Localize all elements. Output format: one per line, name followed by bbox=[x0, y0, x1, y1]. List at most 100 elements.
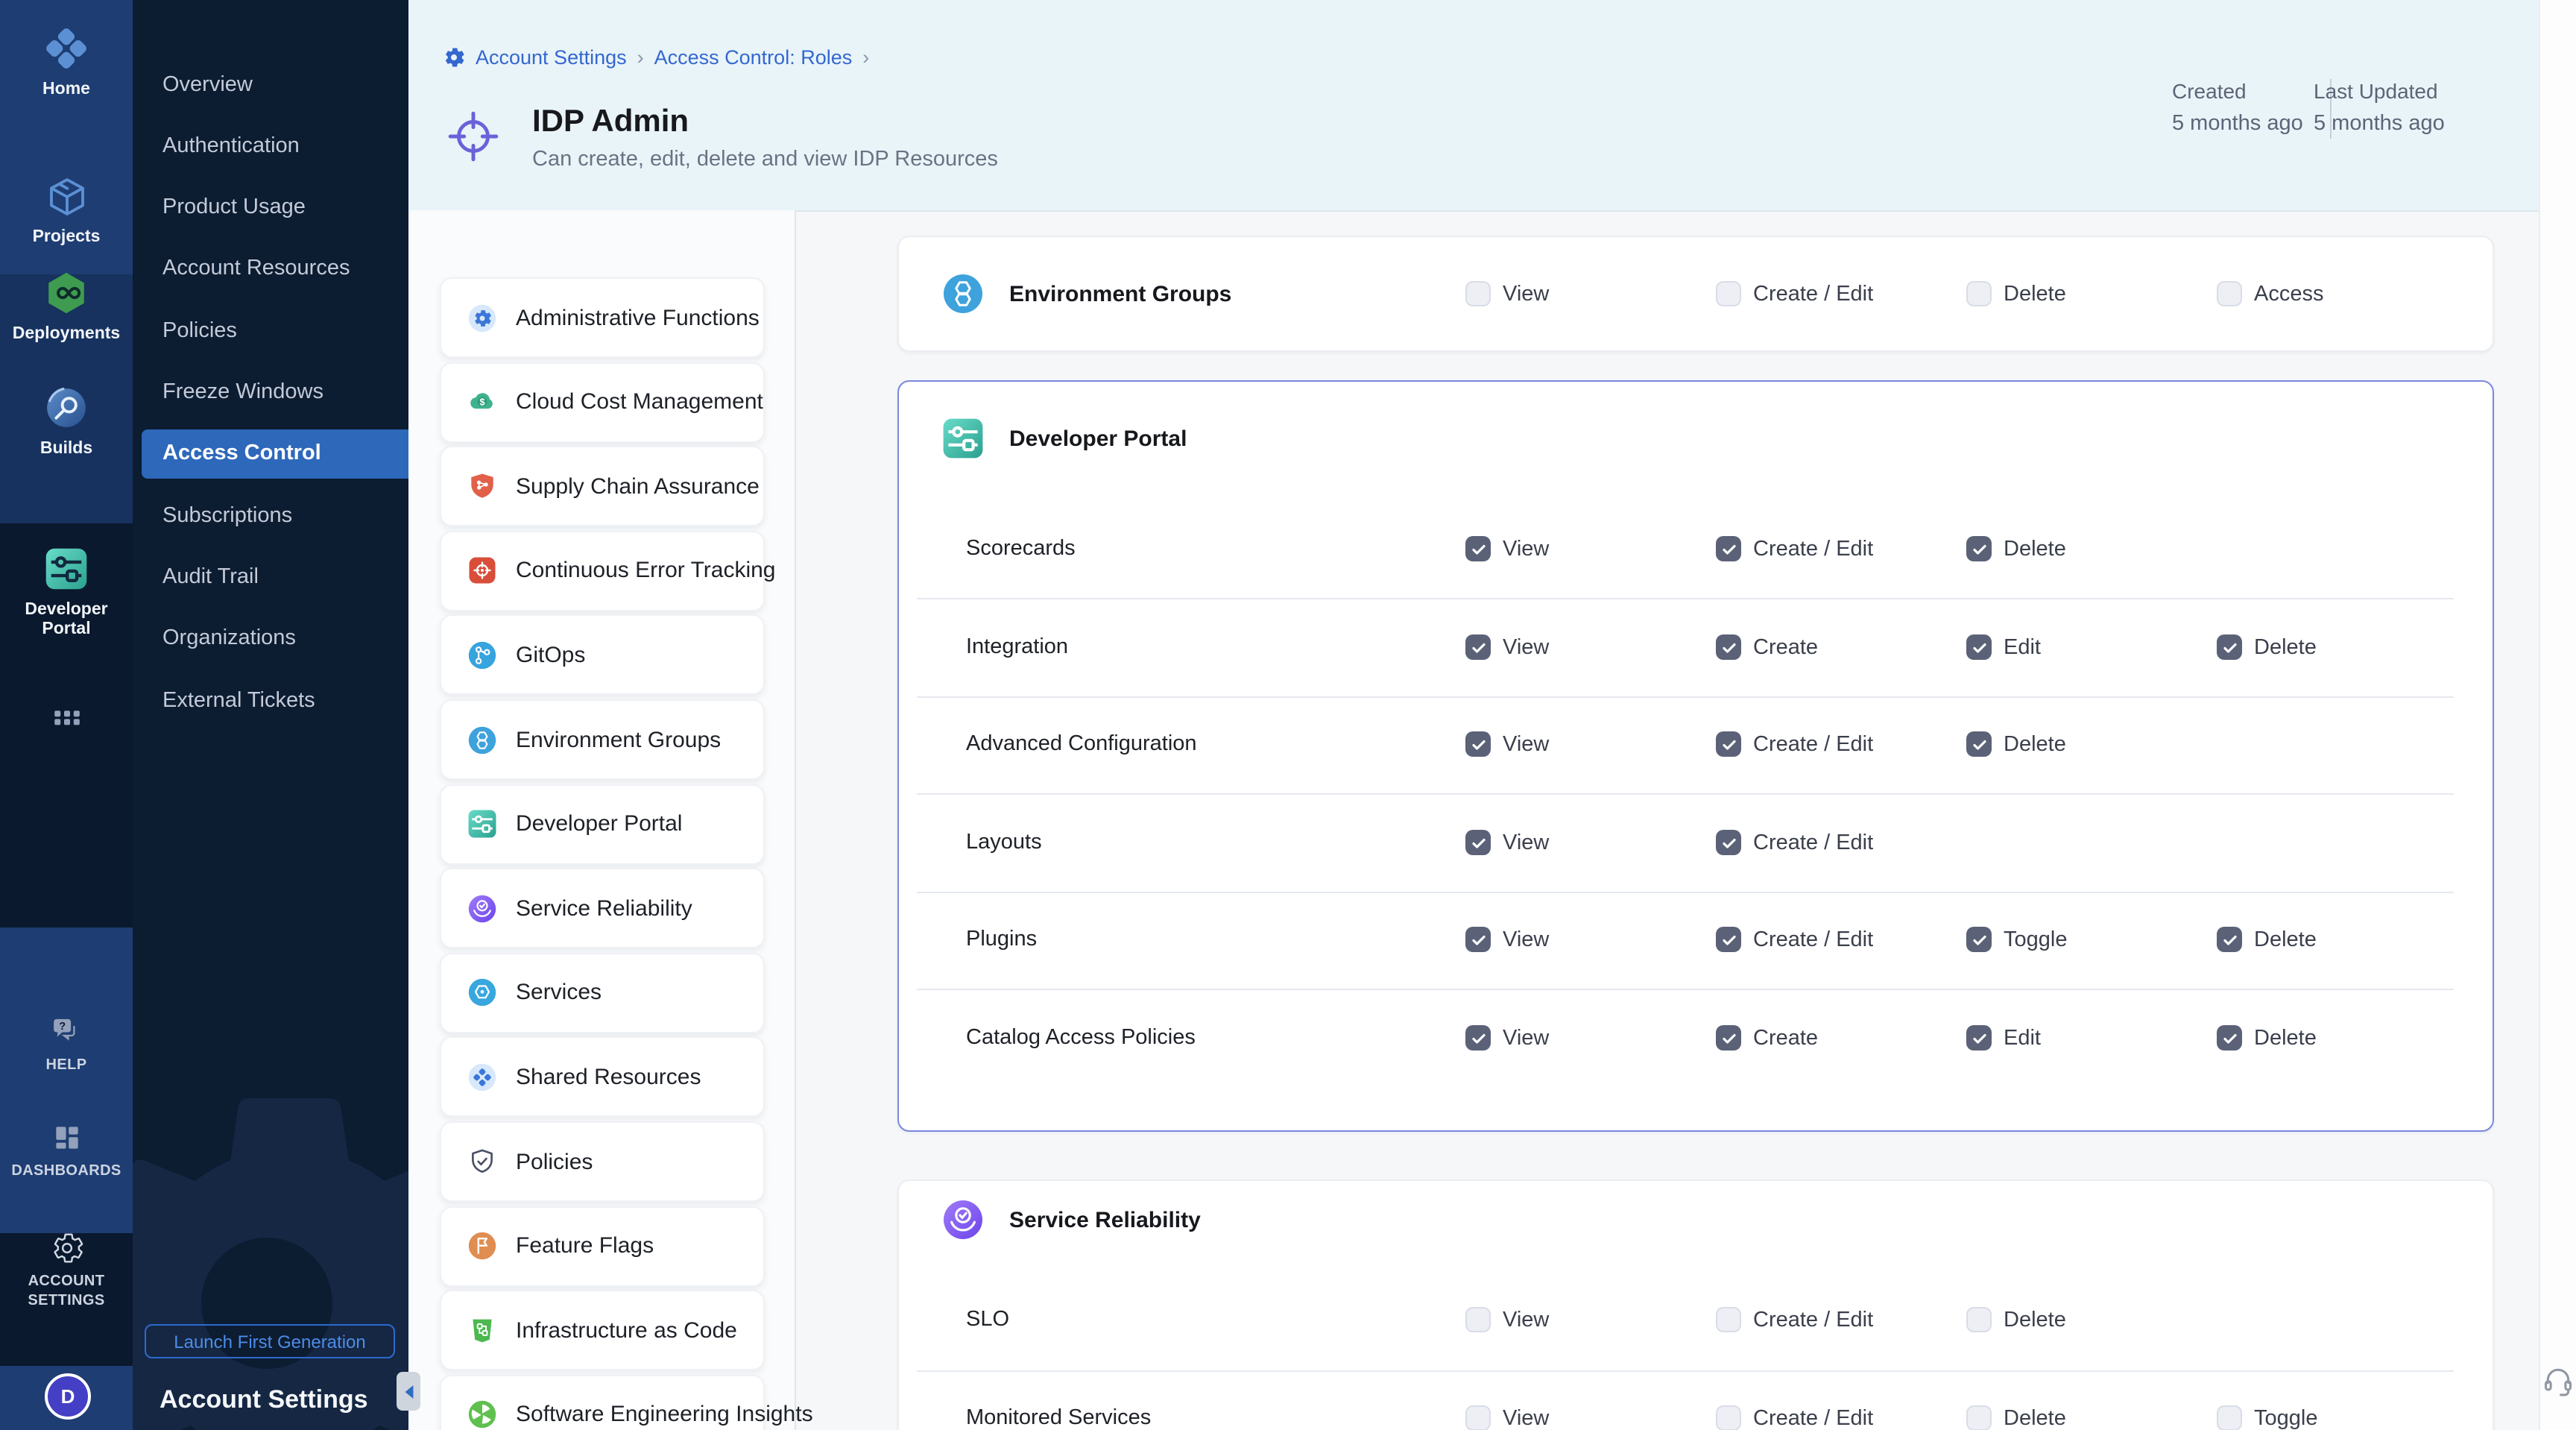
permission-checkbox-delete[interactable]: Delete bbox=[2217, 634, 2317, 660]
checkbox-checked[interactable] bbox=[1966, 927, 1992, 952]
checkbox-unchecked[interactable] bbox=[1966, 1307, 1992, 1332]
checkbox-unchecked[interactable] bbox=[1465, 1405, 1491, 1430]
permission-checkbox-delete[interactable]: Delete bbox=[1966, 1307, 2066, 1332]
permission-checkbox-view[interactable]: View bbox=[1465, 1307, 1549, 1332]
checkbox-checked[interactable] bbox=[1716, 536, 1741, 561]
permission-checkbox-view[interactable]: View bbox=[1465, 1025, 1549, 1051]
checkbox-unchecked[interactable] bbox=[1716, 1307, 1741, 1332]
resource-card-iac[interactable]: Infrastructure as Code bbox=[440, 1290, 765, 1370]
rail-module-builds[interactable]: Builds bbox=[0, 385, 133, 459]
sidebar-item-freeze-windows[interactable]: Freeze Windows bbox=[162, 368, 408, 417]
permission-checkbox-delete[interactable]: Delete bbox=[2217, 1025, 2317, 1051]
checkbox-checked[interactable] bbox=[1966, 634, 1992, 660]
support-headset-icon[interactable] bbox=[2542, 1364, 2575, 1397]
permission-checkbox-delete[interactable]: Delete bbox=[1966, 731, 2066, 757]
permission-checkbox-delete[interactable]: Delete bbox=[1966, 536, 2066, 561]
sidebar-item-authentication[interactable]: Authentication bbox=[162, 122, 408, 171]
sidebar-item-external-tickets[interactable]: External Tickets bbox=[162, 675, 408, 725]
permission-checkbox-create-edit[interactable]: Create / Edit bbox=[1716, 731, 1873, 757]
permission-checkbox-delete[interactable]: Delete bbox=[1966, 281, 2066, 306]
checkbox-checked[interactable] bbox=[1966, 536, 1992, 561]
permission-checkbox-create-edit[interactable]: Create / Edit bbox=[1716, 281, 1873, 306]
resource-card-error-tracking[interactable]: Continuous Error Tracking bbox=[440, 531, 765, 611]
permission-checkbox-toggle[interactable]: Toggle bbox=[1966, 927, 2067, 952]
permission-checkbox-create-edit[interactable]: Create / Edit bbox=[1716, 1405, 1873, 1430]
launch-first-generation-button[interactable]: Launch First Generation bbox=[145, 1324, 395, 1358]
sidebar-item-access-control[interactable]: Access Control bbox=[142, 429, 408, 479]
resource-card-gitops[interactable]: GitOps bbox=[440, 615, 765, 696]
checkbox-checked[interactable] bbox=[2217, 1025, 2242, 1051]
resource-card-services[interactable]: Services bbox=[440, 953, 765, 1033]
permission-checkbox-view[interactable]: View bbox=[1465, 1405, 1549, 1430]
checkbox-checked[interactable] bbox=[1465, 1025, 1491, 1051]
rail-module-home[interactable]: Home bbox=[0, 25, 133, 99]
resource-card-developer-portal[interactable]: Developer Portal bbox=[440, 784, 765, 864]
checkbox-checked[interactable] bbox=[1716, 927, 1741, 952]
permission-checkbox-view[interactable]: View bbox=[1465, 830, 1549, 855]
permission-checkbox-create[interactable]: Create bbox=[1716, 634, 1818, 660]
rail-bottom-help[interactable]: ?HELP bbox=[0, 1014, 133, 1076]
checkbox-checked[interactable] bbox=[1716, 731, 1741, 757]
resource-card-sei[interactable]: Software Engineering Insights bbox=[440, 1375, 765, 1430]
checkbox-checked[interactable] bbox=[1465, 536, 1491, 561]
checkbox-checked[interactable] bbox=[1716, 830, 1741, 855]
rail-module-developer-portal[interactable]: Developer Portal bbox=[0, 546, 133, 638]
permission-checkbox-view[interactable]: View bbox=[1465, 634, 1549, 660]
permission-checkbox-edit[interactable]: Edit bbox=[1966, 634, 2041, 660]
resource-card-service-reliability[interactable]: Service Reliability bbox=[440, 868, 765, 948]
rail-module-projects[interactable]: Projects bbox=[0, 174, 133, 247]
checkbox-checked[interactable] bbox=[1465, 634, 1491, 660]
resource-card-environment-groups[interactable]: Environment Groups bbox=[440, 699, 765, 780]
permission-checkbox-create-edit[interactable]: Create / Edit bbox=[1716, 1307, 1873, 1332]
sidebar-item-subscriptions[interactable]: Subscriptions bbox=[162, 491, 408, 540]
checkbox-checked[interactable] bbox=[1465, 731, 1491, 757]
checkbox-checked[interactable] bbox=[1465, 830, 1491, 855]
resource-card-feature-flags[interactable]: Feature Flags bbox=[440, 1206, 765, 1286]
checkbox-unchecked[interactable] bbox=[1966, 281, 1992, 306]
checkbox-unchecked[interactable] bbox=[1716, 1405, 1741, 1430]
avatar[interactable]: D bbox=[45, 1373, 91, 1420]
breadcrumb-link-access-control-roles[interactable]: Access Control: Roles bbox=[654, 46, 853, 69]
apps-grid-button[interactable] bbox=[0, 699, 133, 735]
sidebar-collapse-button[interactable] bbox=[397, 1372, 420, 1411]
checkbox-unchecked[interactable] bbox=[2217, 1405, 2242, 1430]
checkbox-checked[interactable] bbox=[1716, 1025, 1741, 1051]
resource-card-cloud-cost[interactable]: $Cloud Cost Management bbox=[440, 362, 765, 442]
rail-bottom-dashboards[interactable]: DASHBOARDS bbox=[0, 1121, 133, 1182]
checkbox-unchecked[interactable] bbox=[1966, 1405, 1992, 1430]
resource-card-supply-chain[interactable]: Supply Chain Assurance bbox=[440, 446, 765, 526]
resource-card-policies-shield[interactable]: Policies bbox=[440, 1121, 765, 1202]
permission-checkbox-view[interactable]: View bbox=[1465, 731, 1549, 757]
checkbox-checked[interactable] bbox=[2217, 634, 2242, 660]
permission-checkbox-view[interactable]: View bbox=[1465, 536, 1549, 561]
sidebar-item-overview[interactable]: Overview bbox=[162, 60, 408, 109]
resource-card-shared-resources[interactable]: Shared Resources bbox=[440, 1037, 765, 1118]
permission-checkbox-create-edit[interactable]: Create / Edit bbox=[1716, 927, 1873, 952]
rail-module-deployments[interactable]: Deployments bbox=[0, 270, 133, 344]
checkbox-checked[interactable] bbox=[1966, 1025, 1992, 1051]
checkbox-unchecked[interactable] bbox=[2217, 281, 2242, 306]
permission-checkbox-create-edit[interactable]: Create / Edit bbox=[1716, 536, 1873, 561]
breadcrumb-link-account-settings[interactable]: Account Settings bbox=[476, 46, 627, 69]
permission-checkbox-edit[interactable]: Edit bbox=[1966, 1025, 2041, 1051]
checkbox-checked[interactable] bbox=[1716, 634, 1741, 660]
permission-checkbox-delete[interactable]: Delete bbox=[2217, 927, 2317, 952]
resource-card-admin-functions[interactable]: Administrative Functions bbox=[440, 277, 765, 358]
sidebar-item-organizations[interactable]: Organizations bbox=[162, 614, 408, 663]
permission-checkbox-toggle[interactable]: Toggle bbox=[2217, 1405, 2317, 1430]
permission-checkbox-create-edit[interactable]: Create / Edit bbox=[1716, 830, 1873, 855]
right-scroll-gutter[interactable] bbox=[2539, 0, 2576, 1430]
checkbox-checked[interactable] bbox=[1966, 731, 1992, 757]
permission-checkbox-access[interactable]: Access bbox=[2217, 281, 2324, 306]
checkbox-checked[interactable] bbox=[2217, 927, 2242, 952]
rail-bottom-account-settings[interactable]: ACCOUNT SETTINGS bbox=[0, 1232, 133, 1311]
permission-checkbox-view[interactable]: View bbox=[1465, 281, 1549, 306]
permission-checkbox-create[interactable]: Create bbox=[1716, 1025, 1818, 1051]
sidebar-item-policies[interactable]: Policies bbox=[162, 306, 408, 355]
sidebar-item-product-usage[interactable]: Product Usage bbox=[162, 183, 408, 232]
sidebar-item-account-resources[interactable]: Account Resources bbox=[162, 245, 408, 294]
permission-checkbox-delete[interactable]: Delete bbox=[1966, 1405, 2066, 1430]
checkbox-unchecked[interactable] bbox=[1716, 281, 1741, 306]
checkbox-checked[interactable] bbox=[1465, 927, 1491, 952]
permission-checkbox-view[interactable]: View bbox=[1465, 927, 1549, 952]
